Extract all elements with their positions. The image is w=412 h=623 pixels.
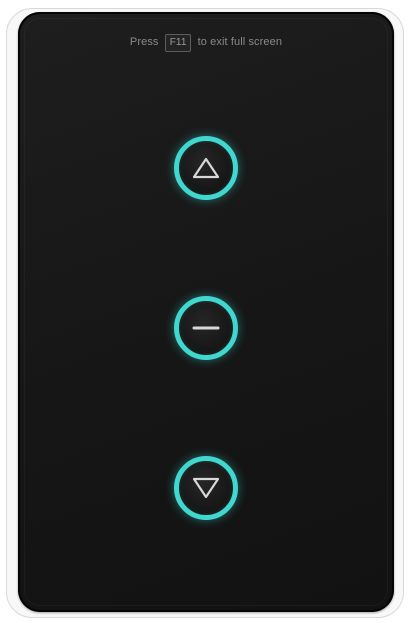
hint-prefix: Press	[129, 36, 159, 48]
control-panel: Press F11 to exit full screen	[18, 12, 394, 612]
up-button[interactable]	[174, 136, 238, 200]
stop-button[interactable]	[174, 296, 238, 360]
fullscreen-hint: Press F11 to exit full screen	[18, 34, 394, 52]
hint-suffix: to exit full screen	[197, 36, 283, 48]
hint-key: F11	[164, 34, 192, 52]
triangle-up-icon	[192, 157, 220, 179]
minus-icon	[192, 326, 220, 330]
down-button[interactable]	[174, 456, 238, 520]
triangle-down-icon	[192, 477, 220, 499]
